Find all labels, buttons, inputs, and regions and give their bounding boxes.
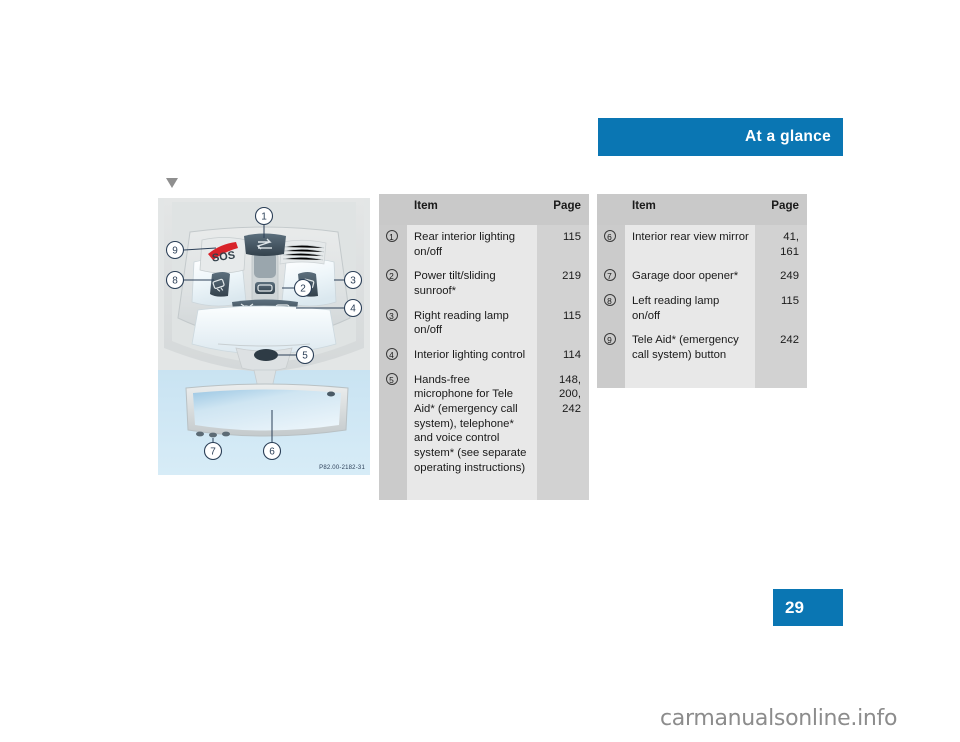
svg-text:1: 1: [261, 212, 267, 223]
row-page-cell: 115: [537, 225, 589, 265]
row-number-cell: 6: [597, 225, 625, 265]
circled-number-icon: 8: [603, 294, 616, 307]
row-number-cell: 3: [379, 303, 407, 344]
site-watermark: carmanualsonline.info: [660, 706, 898, 731]
page-number: 29: [785, 597, 804, 617]
circled-number-icon: 6: [603, 230, 616, 242]
svg-text:6: 6: [269, 447, 275, 458]
table-header-row: Item Page: [379, 194, 589, 225]
section-title: At a glance: [745, 128, 831, 145]
table-header-row: Item Page: [597, 194, 807, 225]
row-number-cell: 5: [379, 367, 407, 481]
svg-text:8: 8: [172, 276, 178, 287]
header-cell-page: Page: [537, 194, 589, 225]
triangle-marker-icon: [166, 178, 178, 188]
callout-3: 3: [343, 270, 363, 290]
row-page-cell: 219: [537, 264, 589, 304]
table-row: 8 Left reading lamp on/off 115: [597, 289, 807, 329]
circled-number-icon: 4: [385, 348, 398, 361]
row-number-cell: 4: [379, 343, 407, 368]
row-number-cell: 1: [379, 225, 407, 265]
row-page-cell: 148, 200, 242: [537, 367, 589, 481]
illustration-svg: SOS 1 2 3 4 5 6 7 8 9: [158, 198, 370, 475]
svg-text:7: 7: [210, 447, 216, 458]
rear-lighting-button: [244, 233, 286, 256]
table-row: 4 Interior lighting control 114: [379, 343, 589, 368]
table-row: 9 Tele Aid* (emergency call system) butt…: [597, 328, 807, 368]
callout-9: 9: [165, 240, 185, 260]
table-row: 7 Garage door opener* 249: [597, 264, 807, 290]
table-filler-row: [379, 480, 589, 501]
circled-number-icon: 3: [385, 308, 398, 321]
mirror-and-buttons-table: Item Page 6 Interior rear view mirror 41…: [597, 194, 807, 388]
row-number-cell: 2: [379, 264, 407, 304]
svg-text:4: 4: [350, 304, 356, 315]
row-number-cell: 9: [597, 328, 625, 368]
table-row: 3 Right reading lamp on/off 115: [379, 303, 589, 344]
header-cell-item: Item: [407, 194, 537, 225]
row-number-cell: 7: [597, 264, 625, 290]
callout-7: 7: [203, 441, 223, 461]
circled-number-icon: 1: [385, 230, 398, 242]
page-number-tab: 29: [773, 589, 843, 626]
callout-2: 2: [293, 278, 313, 298]
circled-number-icon: 9: [603, 333, 616, 346]
row-item-cell: Interior lighting control: [407, 343, 537, 368]
row-page-cell: 249: [755, 264, 807, 290]
row-page-cell: 115: [537, 303, 589, 344]
table-row: 6 Interior rear view mirror 41, 161: [597, 225, 807, 265]
svg-text:5: 5: [302, 351, 308, 362]
table-row: 5 Hands-free microphone for Tele Aid* (e…: [379, 367, 589, 481]
header-cell-page: Page: [755, 194, 807, 225]
callout-8: 8: [165, 270, 185, 290]
row-item-cell: Power tilt/sliding sunroof*: [407, 264, 537, 304]
header-cell-item: Item: [625, 194, 755, 225]
callout-4: 4: [343, 298, 363, 318]
header-cell-num: [379, 194, 407, 225]
row-item-cell: Right reading lamp on/off: [407, 303, 537, 344]
row-page-cell: 242: [755, 328, 807, 368]
callout-5: 5: [295, 345, 315, 365]
table-filler-row: [597, 367, 807, 388]
illustration-code: P82.00-2182-31: [319, 465, 365, 471]
overhead-console-illustration: SOS 1 2 3 4 5 6 7 8 9 P82.00-2182-31: [158, 198, 370, 475]
hands-free-microphone: [254, 349, 278, 361]
header-cell-num: [597, 194, 625, 225]
row-item-cell: Rear interior lighting on/off: [407, 225, 537, 265]
row-item-cell: Hands-free microphone for Tele Aid* (eme…: [407, 367, 537, 481]
circled-number-icon: 7: [603, 269, 616, 282]
svg-text:3: 3: [350, 276, 356, 287]
circled-number-icon: 2: [385, 269, 398, 282]
svg-text:2: 2: [300, 284, 306, 295]
row-item-cell: Tele Aid* (emergency call system) button: [625, 328, 755, 368]
table-row: 2 Power tilt/sliding sunroof* 219: [379, 264, 589, 304]
callout-6: 6: [262, 441, 282, 461]
row-page-cell: 115: [755, 289, 807, 329]
circled-number-icon: 5: [385, 372, 398, 385]
overhead-control-panel-table: Item Page 1 Rear interior lighting on/of…: [379, 194, 589, 501]
callout-1: 1: [254, 206, 274, 226]
table-row: 1 Rear interior lighting on/off 115: [379, 225, 589, 265]
row-number-cell: 8: [597, 289, 625, 329]
svg-text:9: 9: [172, 246, 178, 257]
row-page-cell: 114: [537, 343, 589, 368]
row-item-cell: Interior rear view mirror: [625, 225, 755, 265]
row-item-cell: Garage door opener*: [625, 264, 755, 290]
document-page: At a glance SOS 1 2 3 4 5 6 7 8 9 P82.00…: [0, 0, 960, 742]
row-page-cell: 41, 161: [755, 225, 807, 265]
row-item-cell: Left reading lamp on/off: [625, 289, 755, 329]
section-header-bar: At a glance: [598, 118, 843, 156]
